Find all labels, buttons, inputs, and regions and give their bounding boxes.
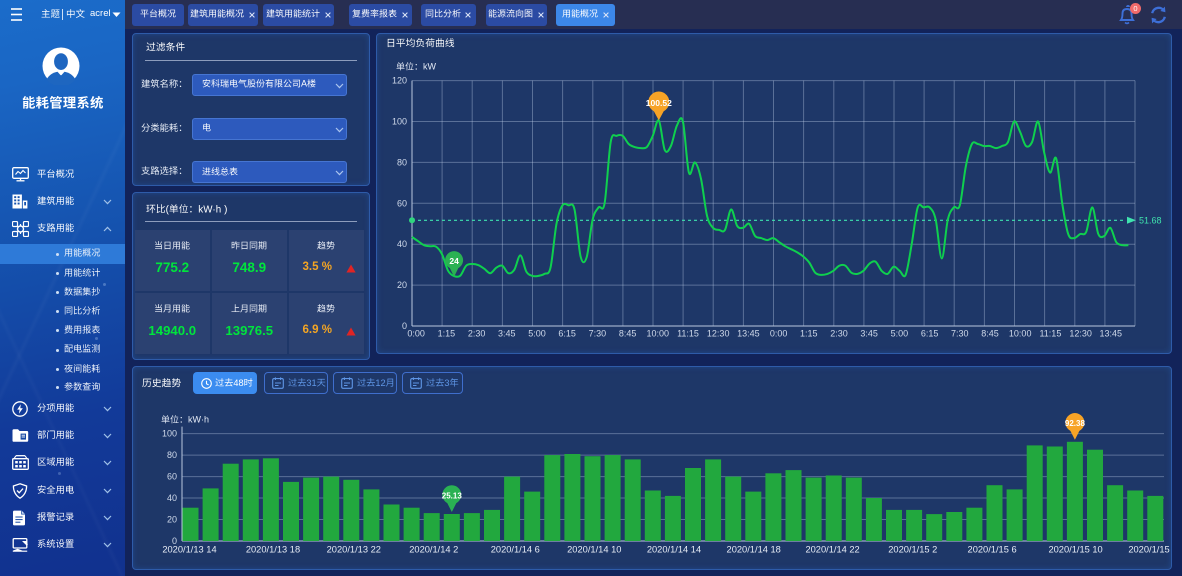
svg-text:3:45: 3:45 xyxy=(860,329,878,339)
svg-text:): ) xyxy=(224,204,227,215)
svg-text:25.13: 25.13 xyxy=(442,491,463,500)
svg-text:2020/1/13 22: 2020/1/13 22 xyxy=(327,545,381,555)
svg-text:12:30: 12:30 xyxy=(707,329,730,339)
svg-text:2020/1/13 14: 2020/1/13 14 xyxy=(162,545,216,555)
svg-text:2020/1/14 6: 2020/1/14 6 xyxy=(491,545,540,555)
svg-text:12:30: 12:30 xyxy=(1069,329,1092,339)
svg-text:2020/1/15: 2020/1/15 xyxy=(1128,545,1169,555)
svg-text:100.52: 100.52 xyxy=(646,98,672,108)
svg-text:40: 40 xyxy=(167,493,177,503)
svg-text:60: 60 xyxy=(167,472,177,482)
svg-text:0:00: 0:00 xyxy=(770,329,788,339)
svg-text:51.68: 51.68 xyxy=(1139,215,1162,225)
svg-text:5:00: 5:00 xyxy=(528,329,546,339)
svg-text:92.38: 92.38 xyxy=(1065,419,1086,428)
svg-text:5:00: 5:00 xyxy=(891,329,909,339)
svg-text:80: 80 xyxy=(397,157,407,167)
svg-text:2:30: 2:30 xyxy=(468,329,486,339)
svg-text:40: 40 xyxy=(397,239,407,249)
svg-text:11:15: 11:15 xyxy=(1039,329,1061,339)
svg-text:6:15: 6:15 xyxy=(921,329,939,339)
svg-text:24: 24 xyxy=(449,256,459,266)
svg-text:7:30: 7:30 xyxy=(589,329,607,339)
svg-text:2020/1/15 2: 2020/1/15 2 xyxy=(888,545,937,555)
svg-text:2020/1/15 6: 2020/1/15 6 xyxy=(968,545,1017,555)
svg-text:13:45: 13:45 xyxy=(737,329,760,339)
svg-text:1:15: 1:15 xyxy=(438,329,456,339)
svg-text:100: 100 xyxy=(162,429,177,439)
svg-text:11:15: 11:15 xyxy=(677,329,699,339)
svg-text:1:15: 1:15 xyxy=(800,329,818,339)
svg-text:13:45: 13:45 xyxy=(1100,329,1123,339)
svg-text:2020/1/13 18: 2020/1/13 18 xyxy=(246,545,300,555)
svg-text:0: 0 xyxy=(402,321,407,331)
svg-text:10:00: 10:00 xyxy=(1009,329,1032,339)
svg-text:2020/1/14 10: 2020/1/14 10 xyxy=(567,545,621,555)
svg-text:8:45: 8:45 xyxy=(619,329,637,339)
svg-text:2020/1/14 2: 2020/1/14 2 xyxy=(409,545,458,555)
svg-text:60: 60 xyxy=(397,198,407,208)
svg-text:2020/1/14 22: 2020/1/14 22 xyxy=(805,545,859,555)
svg-text:8:45: 8:45 xyxy=(981,329,999,339)
svg-text:h: h xyxy=(216,204,221,215)
svg-text:80: 80 xyxy=(167,450,177,460)
svg-text:A: A xyxy=(301,79,307,89)
svg-text:100: 100 xyxy=(392,117,407,127)
svg-text:2020/1/15 10: 2020/1/15 10 xyxy=(1048,545,1102,555)
svg-text:0:00: 0:00 xyxy=(407,329,425,339)
svg-text:7:30: 7:30 xyxy=(951,329,969,339)
svg-text:2020/1/14 14: 2020/1/14 14 xyxy=(647,545,701,555)
svg-text:10:00: 10:00 xyxy=(647,329,670,339)
svg-text:3:45: 3:45 xyxy=(498,329,516,339)
svg-text:120: 120 xyxy=(392,76,407,86)
svg-text:2020/1/14 18: 2020/1/14 18 xyxy=(727,545,781,555)
svg-text:20: 20 xyxy=(167,515,177,525)
svg-text:2:30: 2:30 xyxy=(830,329,848,339)
svg-text:20: 20 xyxy=(397,280,407,290)
svg-text:6:15: 6:15 xyxy=(558,329,576,339)
